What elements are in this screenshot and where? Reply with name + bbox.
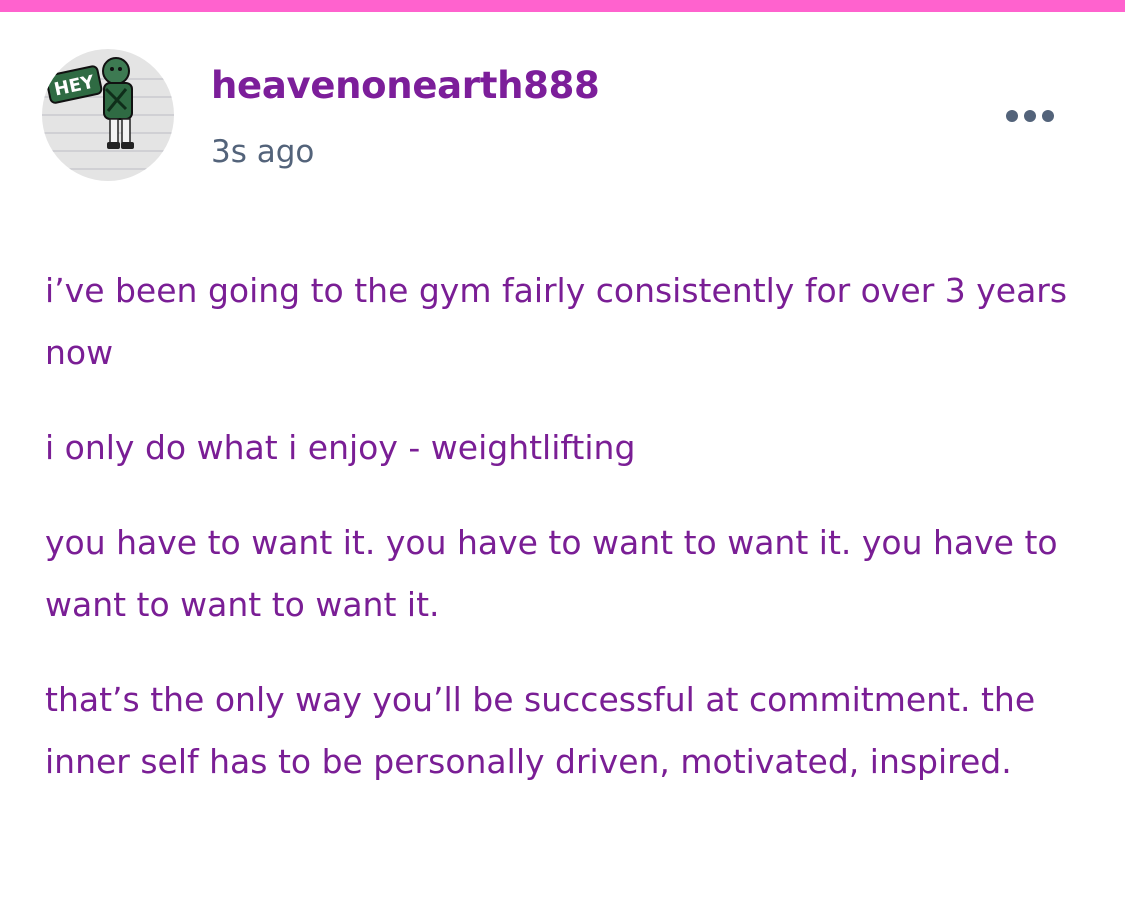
- post-paragraph: i only do what i enjoy - weightlifting: [45, 428, 636, 467]
- post-timestamp[interactable]: 3s ago: [211, 132, 314, 172]
- ellipsis-icon: [1006, 110, 1018, 122]
- more-options-button[interactable]: [996, 100, 1064, 132]
- post-paragraph: you have to want it. you have to want to…: [45, 523, 1058, 624]
- post-paragraph: that’s the only way you’ll be successful…: [45, 680, 1036, 781]
- avatar[interactable]: HEY: [42, 49, 174, 181]
- avatar-image: HEY: [42, 49, 174, 181]
- post-body: i’ve been going to the gym fairly consis…: [45, 260, 1095, 826]
- username[interactable]: heavenonearth888: [211, 64, 600, 108]
- ellipsis-icon: [1024, 110, 1036, 122]
- ellipsis-icon: [1042, 110, 1054, 122]
- top-accent-bar: [0, 0, 1125, 12]
- post-paragraph: i’ve been going to the gym fairly consis…: [45, 271, 1068, 372]
